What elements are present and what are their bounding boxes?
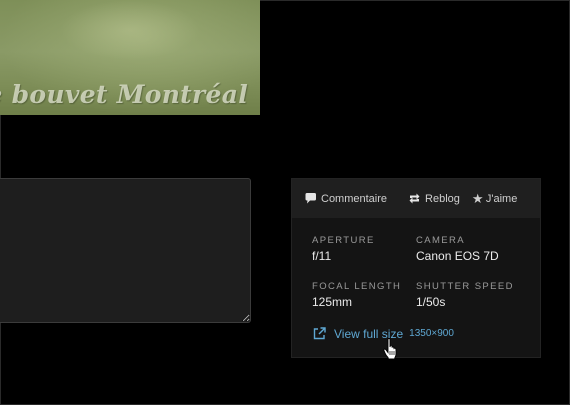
exif-focal-length: FOCAL LENGTH 125mm: [312, 281, 401, 309]
focal-length-label: FOCAL LENGTH: [312, 281, 402, 292]
reblog-arrows-icon: [409, 193, 420, 204]
reblog-button[interactable]: Reblog: [408, 192, 460, 205]
hand-pointer-cursor-icon: [383, 338, 397, 360]
camera-value: Canon EOS 7D: [416, 249, 499, 263]
comment-textarea[interactable]: [0, 178, 251, 323]
photo-image[interactable]: nique bouvet Montréal: [0, 0, 260, 115]
photo-info-panel: Commentaire Reblog ★ J'aime APERTURE f/1…: [291, 178, 541, 358]
photo-watermark: nique bouvet Montréal: [0, 80, 248, 109]
exif-camera: CAMERA Canon EOS 7D: [416, 235, 499, 263]
exif-shutter-speed: SHUTTER SPEED 1/50s: [416, 281, 514, 309]
camera-label: CAMERA: [416, 235, 466, 246]
shutter-speed-label: SHUTTER SPEED: [416, 281, 514, 292]
focal-length-value: 125mm: [312, 295, 353, 309]
comment-button[interactable]: Commentaire: [304, 192, 387, 205]
like-button[interactable]: ★ J'aime: [472, 192, 517, 205]
external-link-icon: [313, 327, 326, 340]
like-label: J'aime: [485, 192, 518, 205]
aperture-label: APERTURE: [312, 235, 375, 246]
star-icon: ★: [471, 191, 484, 206]
speech-bubble-icon: [305, 193, 316, 204]
comment-label: Commentaire: [321, 192, 388, 205]
exif-aperture: APERTURE f/11: [312, 235, 375, 263]
full-size-dimensions: 1350×900: [409, 328, 454, 339]
action-bar: Commentaire Reblog ★ J'aime: [292, 179, 540, 218]
reblog-label: Reblog: [425, 192, 460, 205]
aperture-value: f/11: [312, 249, 332, 263]
shutter-speed-value: 1/50s: [416, 295, 446, 309]
photo-highlight: [60, 0, 200, 60]
